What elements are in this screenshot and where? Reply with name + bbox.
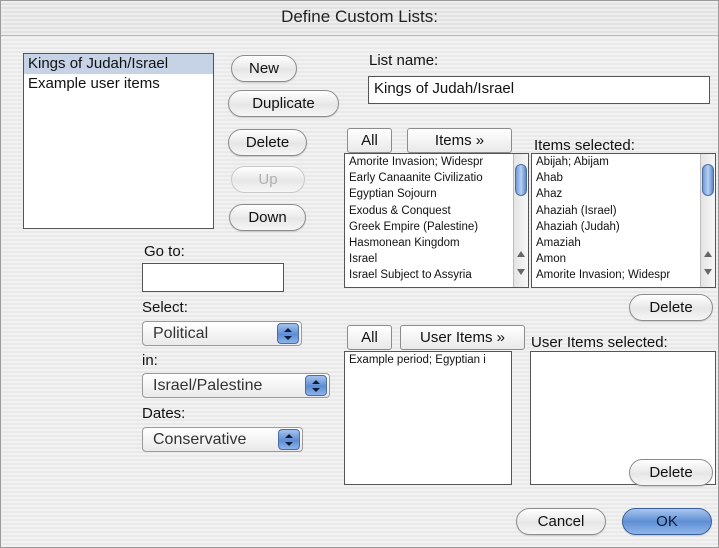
items-selected-listbox[interactable]: Abijah; Abijam Ahab Ahaz Ahaziah (Israel… <box>531 153 716 288</box>
list-item[interactable]: Example period; Egyptian i <box>345 352 511 368</box>
down-button[interactable]: Down <box>229 204 306 231</box>
custom-lists-listbox[interactable]: Kings of Judah/Israel Example user items <box>23 53 214 229</box>
list-item[interactable]: Ahaziah (Judah) <box>532 219 715 235</box>
all-items-button[interactable]: All <box>347 128 392 153</box>
in-value: Israel/Palestine <box>153 377 263 394</box>
list-item[interactable]: Ahab <box>532 170 715 186</box>
in-popup[interactable]: Israel/Palestine <box>142 373 330 398</box>
scroll-up-arrow-icon[interactable] <box>703 250 713 258</box>
scrollbar[interactable] <box>513 154 528 287</box>
scroll-thumb[interactable] <box>702 164 714 196</box>
list-item[interactable]: Greek Empire (Palestine) <box>345 219 528 235</box>
scroll-thumb[interactable] <box>515 164 527 196</box>
list-item[interactable]: Early Canaanite Civilizatio <box>345 170 528 186</box>
items-button[interactable]: Items » <box>407 128 512 153</box>
duplicate-button[interactable]: Duplicate <box>228 90 339 117</box>
delete-list-button[interactable]: Delete <box>228 129 307 156</box>
select-value: Political <box>153 325 209 342</box>
cancel-button[interactable]: Cancel <box>516 508 606 535</box>
window-title: Define Custom Lists: <box>1 1 718 36</box>
list-item[interactable]: Israel <box>345 251 528 267</box>
dates-label: Dates: <box>142 405 186 422</box>
list-name-field[interactable]: Kings of Judah/Israel <box>368 76 710 104</box>
dates-popup[interactable]: Conservative <box>142 427 303 452</box>
updown-arrows-icon <box>305 375 327 396</box>
list-item[interactable]: Exodus & Conquest <box>345 203 528 219</box>
list-item[interactable]: Amorite Invasion; Widespr <box>345 154 528 170</box>
new-button[interactable]: New <box>231 55 297 82</box>
list-item[interactable]: Amaziah <box>532 235 715 251</box>
all-user-items-button[interactable]: All <box>347 325 392 350</box>
select-label: Select: <box>142 299 188 316</box>
delete-user-items-button[interactable]: Delete <box>629 459 713 486</box>
items-selected-label: Items selected: <box>534 137 635 154</box>
list-item[interactable]: Ahaziah (Israel) <box>532 203 715 219</box>
updown-arrows-icon <box>278 429 300 450</box>
list-item[interactable]: Kings of Judah/Israel <box>24 54 213 74</box>
delete-items-button[interactable]: Delete <box>629 294 713 321</box>
list-item[interactable]: Amorite Invasion; Widespr <box>532 267 715 283</box>
user-items-selected-label: User Items selected: <box>531 334 668 351</box>
goto-field[interactable] <box>142 263 284 292</box>
list-item[interactable]: Israel Subject to Assyria <box>345 267 528 283</box>
select-popup[interactable]: Political <box>142 321 302 346</box>
list-item[interactable]: Egyptian Sojourn <box>345 186 528 202</box>
list-item[interactable]: Amon <box>532 251 715 267</box>
list-item[interactable]: Example user items <box>24 74 213 94</box>
updown-arrows-icon <box>277 323 299 344</box>
scroll-down-arrow-icon[interactable] <box>516 268 526 276</box>
goto-label: Go to: <box>144 243 185 260</box>
list-item[interactable]: Abijah; Abijam <box>532 154 715 170</box>
list-name-label: List name: <box>369 52 439 69</box>
user-items-available-listbox[interactable]: Example period; Egyptian i <box>344 351 512 485</box>
define-custom-lists-dialog: Define Custom Lists: Kings of Judah/Isra… <box>0 0 719 548</box>
ok-button[interactable]: OK <box>622 508 712 535</box>
scrollbar[interactable] <box>700 154 715 287</box>
scroll-up-arrow-icon[interactable] <box>516 250 526 258</box>
dates-value: Conservative <box>153 431 247 448</box>
user-items-button[interactable]: User Items » <box>400 325 525 350</box>
items-available-listbox[interactable]: Amorite Invasion; Widespr Early Canaanit… <box>344 153 529 288</box>
list-item[interactable]: Ahaz <box>532 186 715 202</box>
in-label: in: <box>142 352 158 369</box>
list-item[interactable]: Hasmonean Kingdom <box>345 235 528 251</box>
scroll-down-arrow-icon[interactable] <box>703 268 713 276</box>
up-button[interactable]: Up <box>231 166 305 193</box>
